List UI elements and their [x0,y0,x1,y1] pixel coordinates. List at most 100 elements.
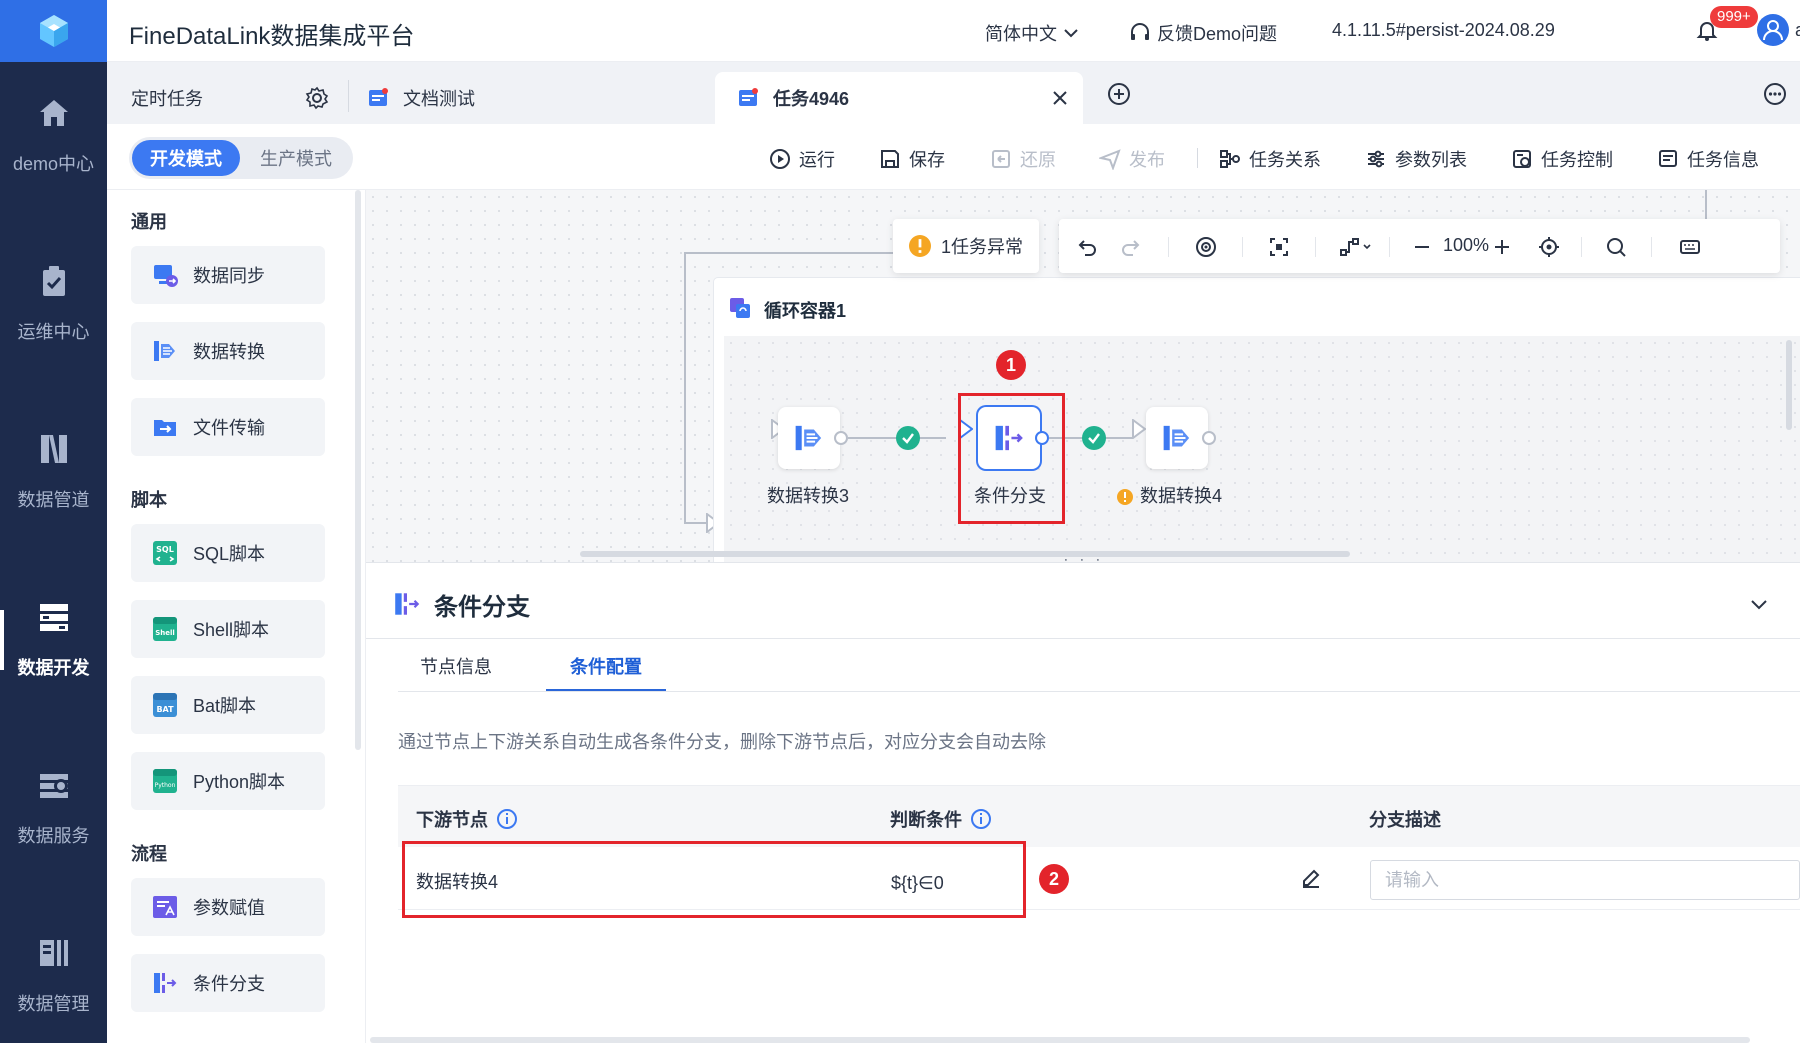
info-icon[interactable] [496,808,518,830]
tab-node-info[interactable]: 节点信息 [420,653,492,679]
warning-chip-label: 1任务异常 [940,237,1023,257]
folder-transfer-icon [154,420,176,436]
zoom-in-icon[interactable] [1491,236,1513,258]
gear-icon[interactable] [305,86,329,110]
search-icon[interactable] [1605,236,1627,258]
restore-label: 还原 [1020,150,1056,170]
task-relations-button[interactable]: 任务关系 [1219,146,1321,172]
palette-item-shell-script[interactable]: Shell Shell脚本 [131,600,325,658]
tab-label: 任务4946 [773,89,850,109]
tab-task-4946[interactable]: 任务4946 [715,72,1083,124]
palette-item-condition-branch[interactable]: 条件分支 [131,954,325,1012]
palette-item-sql-script[interactable]: SQL SQL脚本 [131,524,325,582]
panel-title: 条件分支 [434,594,530,621]
layout-dropdown-icon[interactable] [1339,236,1373,258]
zoom-level: 100% [1443,235,1490,255]
edit-icon[interactable] [1300,867,1322,889]
column-header-downstream: 下游节点 [416,806,518,832]
loop-container[interactable]: 循环容器1 [714,278,1800,562]
toolbar-divider [1242,237,1243,257]
save-button[interactable]: 保存 [879,146,945,172]
canvas-hscrollbar[interactable] [580,551,1350,557]
data-dev-icon [39,604,68,631]
task-warning-chip[interactable]: 1任务异常 [893,219,1039,273]
palette-item-bat-script[interactable]: BAT Bat脚本 [131,676,325,734]
zoom-out-icon[interactable] [1411,236,1433,258]
eye-icon[interactable] [1195,236,1217,258]
param-list-button[interactable]: 参数列表 [1365,146,1467,172]
avatar [1757,14,1789,46]
run-button[interactable]: 运行 [769,146,835,172]
task-control-button[interactable]: 任务控制 [1511,146,1613,172]
undo-icon[interactable] [1077,236,1099,258]
bat-icon-text: BAT [156,705,174,714]
node-data-transform-3[interactable] [778,407,840,469]
canvas-vscrollbar[interactable] [1786,340,1792,430]
rail-item-ops-center[interactable]: 运维中心 [0,234,107,374]
clipboard-check-icon [42,266,65,296]
condition-branch-icon [395,593,420,615]
more-options-icon[interactable] [1763,82,1787,106]
panel-hscrollbar[interactable] [370,1037,1750,1043]
palette-item-data-sync[interactable]: 数据同步 [131,246,325,304]
headset-icon [1131,23,1149,40]
rail-item-data-service[interactable]: 数据服务 [0,738,107,878]
user-menu[interactable]: admin [1757,14,1800,46]
branch-table-header: 下游节点 判断条件 分支描述 [398,785,1800,847]
prod-mode-button[interactable]: 生产模式 [242,140,350,176]
send-icon [1099,149,1121,170]
palette-item-python-script[interactable]: Python Python脚本 [131,752,325,810]
canvas-toolbar: 100% [1059,219,1780,273]
add-tab-icon[interactable] [1107,82,1131,106]
redo-icon[interactable] [1119,236,1141,258]
chevron-down-icon[interactable] [1748,593,1770,615]
language-select[interactable]: 简体中文 [985,20,1079,46]
loop-container-body [724,336,1800,562]
output-port[interactable] [834,431,848,445]
column-header-description: 分支描述 [1369,806,1441,832]
tab-scheduled-tasks[interactable]: 定时任务 [131,72,203,124]
app-logo[interactable] [0,0,107,62]
task-tab-bar: 定时任务 文档测试 任务4946 [107,62,1800,124]
toolbar-divider [1197,148,1198,168]
close-icon[interactable] [1051,89,1069,107]
bat-script-icon: BAT [153,693,177,717]
tab-label: 文档测试 [403,89,475,109]
palette-section-general: 通用 [131,212,167,232]
data-transform-icon [1163,425,1190,451]
success-check-icon [896,426,920,450]
tab-condition-config[interactable]: 条件配置 [570,653,642,679]
palette-scrollbar[interactable] [355,190,361,750]
feedback-link[interactable]: 反馈Demo问题 [1129,20,1277,46]
palette-item-file-transfer[interactable]: 文件传输 [131,398,325,456]
publish-button[interactable]: 发布 [1099,146,1165,172]
rail-item-data-dev[interactable]: 数据开发 [0,570,107,710]
palette-item-param-assign[interactable]: 参数赋值 [131,878,325,936]
keyboard-icon[interactable] [1679,236,1701,258]
highlight-box [958,393,1065,524]
branch-description-input[interactable] [1370,860,1800,900]
data-manage-icon [39,940,68,966]
locate-icon[interactable] [1538,236,1560,258]
rail-item-label: 运维中心 [17,322,90,342]
sql-icon-text: SQL [156,545,174,554]
restore-button[interactable]: 还原 [990,146,1056,172]
palette-item-data-transform[interactable]: 数据转换 [131,322,325,380]
task-info-button[interactable]: 任务信息 [1657,146,1759,172]
toolbar-divider [1389,237,1390,257]
dev-mode-button[interactable]: 开发模式 [132,140,240,176]
rail-item-data-pipeline[interactable]: 数据管道 [0,402,107,542]
info-icon[interactable] [970,808,992,830]
node-data-transform-4[interactable] [1146,407,1208,469]
save-label: 保存 [909,150,945,170]
loop-container-icon [730,298,750,318]
rail-item-demo-center[interactable]: demo中心 [0,66,107,206]
sliders-icon [1368,150,1384,168]
rail-item-data-manage[interactable]: 数据管理 [0,906,107,1043]
palette-item-label: 数据转换 [193,342,265,362]
task-info-label: 任务信息 [1687,150,1759,170]
task-control-label: 任务控制 [1541,150,1613,170]
output-port[interactable] [1202,431,1216,445]
fit-view-icon[interactable] [1268,236,1290,258]
mode-switch: 开发模式 生产模式 [129,137,353,179]
